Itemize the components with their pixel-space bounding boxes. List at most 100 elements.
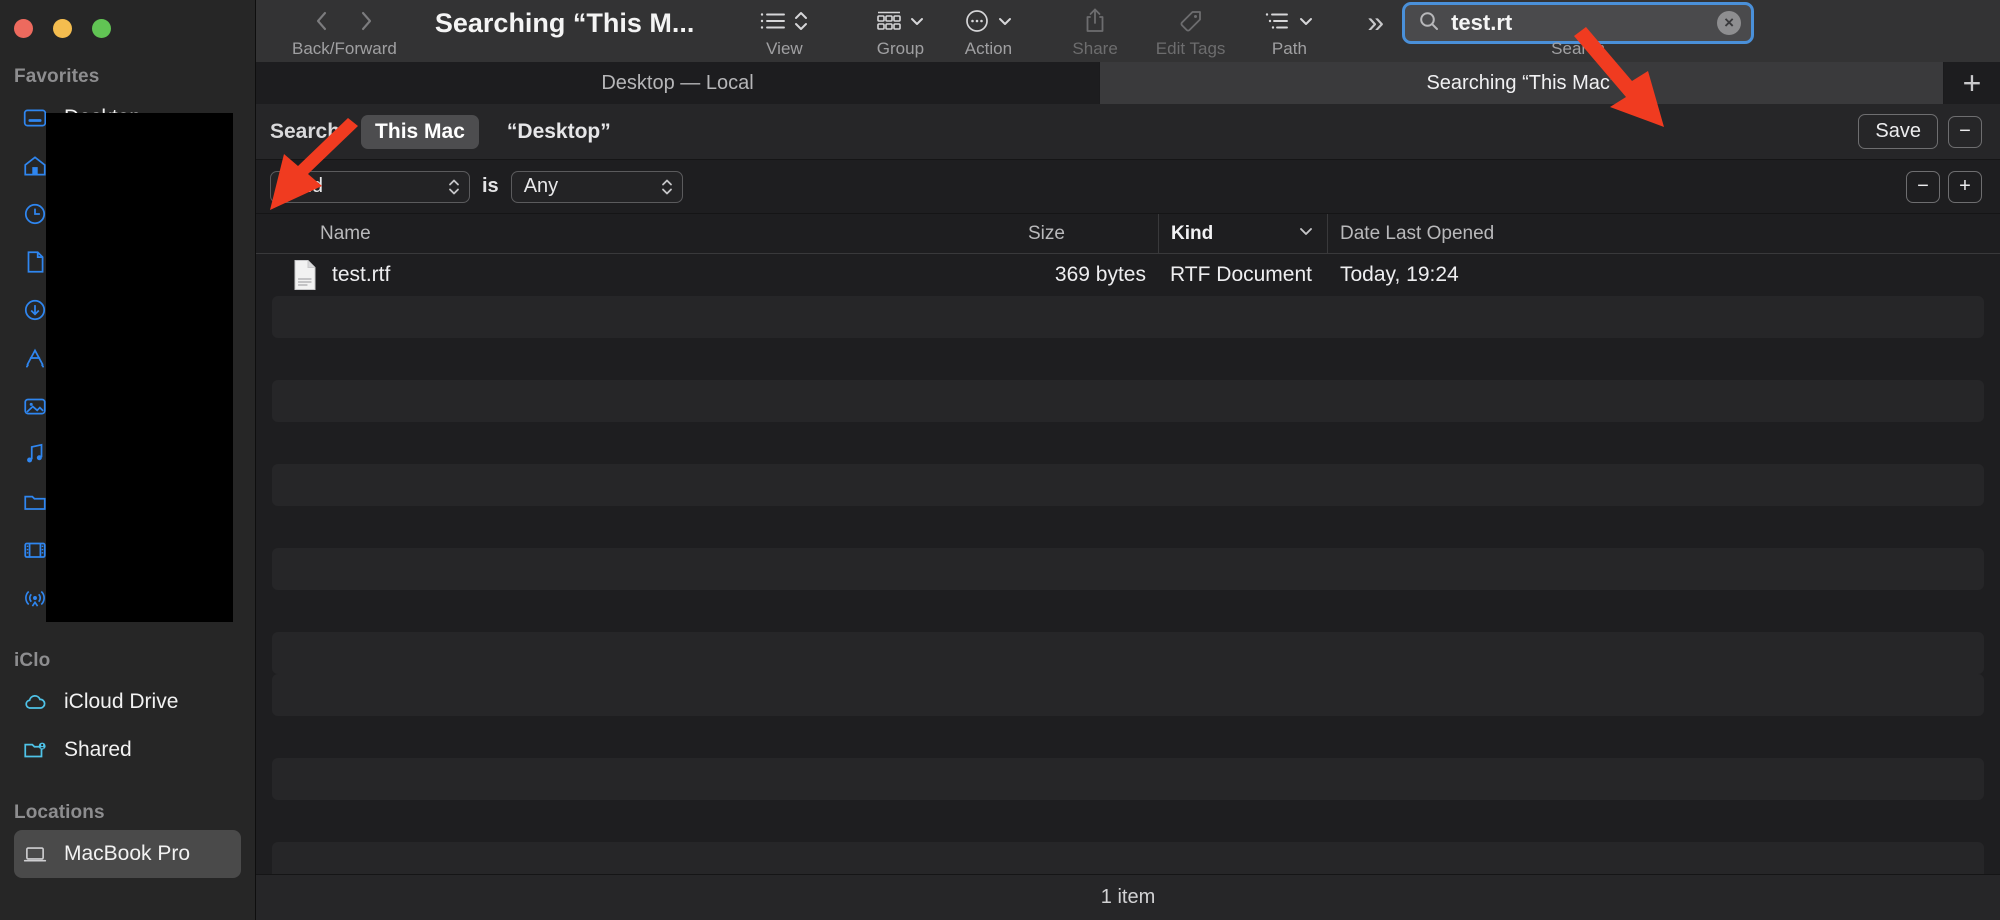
filter-value: Any [523, 175, 559, 197]
redaction-overlay [46, 113, 233, 622]
search-input[interactable]: test.rt [1451, 10, 1707, 36]
chevron-double-right-icon[interactable]: » [1367, 8, 1384, 38]
share-icon[interactable] [1082, 6, 1108, 41]
zoom-button[interactable] [92, 19, 111, 38]
chevron-updown-icon[interactable] [447, 176, 461, 198]
search-scope-label: Search: [270, 119, 348, 143]
column-headers: Name Size Kind Date Last Opened [256, 213, 2000, 254]
list-stripe [272, 506, 1984, 548]
list-stripe [272, 632, 1984, 674]
remove-filter-button[interactable]: − [1906, 170, 1940, 203]
view-control[interactable]: View [758, 0, 810, 59]
file-name: test.rtf [332, 263, 391, 286]
list-stripe [272, 464, 1984, 506]
movies-icon [22, 537, 48, 563]
filter-attribute-value: Kind [283, 175, 324, 197]
tab-bar: Desktop — Local Searching “This Mac” + [256, 62, 2000, 104]
item-count: 1 item [1100, 886, 1156, 908]
list-stripe [272, 758, 1984, 800]
list-stripe [272, 800, 1984, 842]
music-icon [22, 441, 48, 467]
list-stripe [272, 548, 1984, 590]
table-row[interactable]: test.rtf 369 bytes RTF Document Today, 1… [256, 254, 2000, 296]
remove-search-button[interactable]: − [1948, 115, 1982, 148]
group-label: Group [876, 39, 925, 58]
list-stripe [272, 380, 1984, 422]
page-title: Searching “This M... [434, 7, 695, 38]
file-list[interactable]: test.rtf 369 bytes RTF Document Today, 1… [256, 254, 2000, 874]
column-header-kind[interactable]: Kind [1158, 213, 1328, 254]
chevron-down-icon[interactable] [1297, 12, 1315, 35]
back-forward-control[interactable]: Back/Forward [292, 0, 397, 59]
sidebar-section-icloud: iClo [14, 650, 51, 671]
tab-searching-this-mac[interactable]: Searching “This Mac” [1100, 62, 1944, 104]
sidebar-item-icloud-drive[interactable]: iCloud Drive [14, 678, 241, 726]
group-control[interactable]: Group [874, 0, 926, 59]
tab-label: Desktop — Local [601, 71, 754, 94]
rtf-document-icon [292, 259, 318, 291]
list-view-icon[interactable] [758, 8, 788, 39]
column-header-size[interactable]: Size [1016, 214, 1158, 254]
tab-desktop-local[interactable]: Desktop — Local [256, 62, 1100, 104]
path-icon[interactable] [1263, 8, 1293, 39]
edit-tags-label: Edit Tags [1155, 39, 1226, 58]
back-icon[interactable] [311, 7, 333, 40]
laptop-icon [22, 841, 48, 867]
filter-attribute-select[interactable]: Kind [270, 170, 470, 203]
sidebar: Favorites Desktop Home Re [0, 0, 256, 920]
column-header-name[interactable]: Name [256, 214, 1016, 254]
shared-folder-icon [22, 737, 48, 763]
search-control[interactable]: test.rt × Search [1402, 0, 1755, 59]
action-control[interactable]: Action [962, 0, 1014, 59]
add-filter-button[interactable]: + [1948, 170, 1982, 203]
list-stripe [272, 842, 1984, 874]
column-header-kind-label: Kind [1171, 222, 1214, 244]
filter-value-select[interactable]: Any [510, 170, 683, 203]
file-name-cell: test.rtf [256, 254, 1016, 296]
applications-icon [22, 345, 48, 371]
chevron-down-icon[interactable] [1297, 222, 1315, 246]
action-label: Action [964, 39, 1013, 58]
desktop-icon [22, 105, 48, 131]
list-stripe [272, 422, 1984, 464]
scope-button-this-mac[interactable]: This Mac [361, 114, 479, 149]
new-tab-button[interactable]: + [1944, 62, 2000, 104]
chevron-down-icon[interactable] [996, 12, 1014, 35]
search-filter-row: Kind is Any − + [256, 160, 2000, 214]
sidebar-section-favorites: Favorites [14, 66, 100, 87]
scope-bar-actions: Save − [1858, 114, 1982, 149]
sidebar-section-locations: Locations [14, 802, 105, 823]
column-header-date-last-opened[interactable]: Date Last Opened [1328, 214, 2000, 254]
file-date-last-opened: Today, 19:24 [1340, 263, 1459, 286]
window-controls[interactable] [0, 0, 255, 38]
sidebar-item-macbook-pro[interactable]: MacBook Pro [14, 830, 241, 878]
minimize-button[interactable] [53, 19, 72, 38]
tag-icon[interactable] [1176, 7, 1206, 40]
finder-window: Favorites Desktop Home Re [0, 0, 2000, 920]
save-button[interactable]: Save [1858, 114, 1938, 149]
path-label: Path [1271, 39, 1307, 58]
icloud-icon [22, 689, 48, 715]
scope-button-desktop[interactable]: “Desktop” [493, 115, 625, 149]
edit-tags-control[interactable]: Edit Tags [1155, 0, 1226, 59]
file-size: 369 bytes [1054, 263, 1146, 286]
share-control[interactable]: Share [1072, 0, 1118, 59]
download-icon [22, 297, 48, 323]
chevron-updown-icon[interactable] [660, 176, 674, 198]
list-stripe [272, 338, 1984, 380]
sidebar-item-label: Shared [64, 738, 132, 761]
group-icon[interactable] [874, 8, 904, 39]
clear-search-icon[interactable]: × [1717, 11, 1742, 35]
filter-operator: is [482, 175, 499, 197]
close-button[interactable] [14, 19, 33, 38]
view-stepper-icon[interactable] [792, 7, 810, 40]
chevron-down-icon[interactable] [908, 12, 926, 35]
sidebar-item-label: MacBook Pro [64, 842, 191, 865]
action-icon[interactable] [962, 7, 992, 40]
toolbar-overflow-control[interactable]: » [1367, 0, 1384, 40]
search-field[interactable]: test.rt × [1402, 2, 1755, 44]
window-title-container: Searching “This M... [435, 0, 695, 40]
path-control[interactable]: Path [1263, 0, 1315, 59]
sidebar-item-shared[interactable]: Shared [14, 726, 241, 774]
forward-icon[interactable] [355, 7, 377, 40]
